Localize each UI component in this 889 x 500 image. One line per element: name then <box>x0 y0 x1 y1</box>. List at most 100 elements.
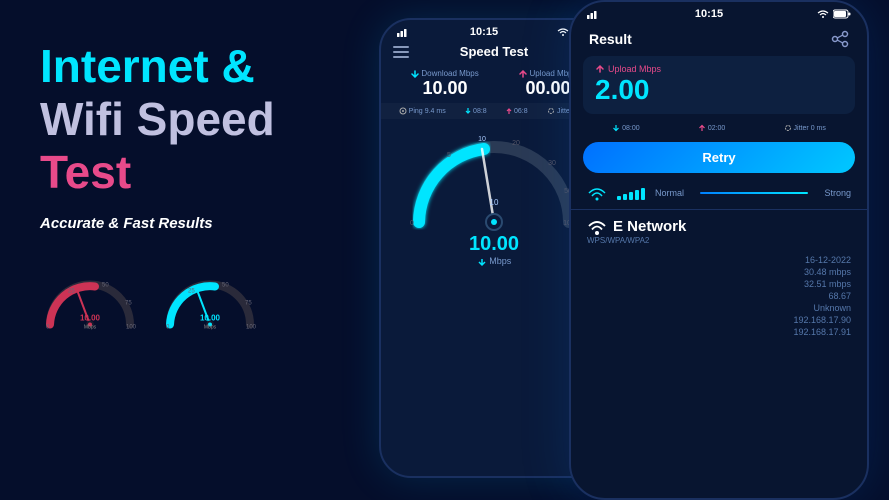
svg-text:100: 100 <box>126 324 137 330</box>
menu-icon[interactable] <box>393 46 409 58</box>
jitter-icon <box>547 107 555 115</box>
svg-text:25: 25 <box>68 288 75 294</box>
p2-upload-value: 2.00 <box>595 74 843 106</box>
upload-arrow-icon <box>519 70 527 78</box>
signal-row: Normal Strong <box>571 179 867 207</box>
svg-text:30: 30 <box>548 160 556 167</box>
p1-dl-stat: 08:8 <box>465 107 487 115</box>
subtitle: Accurate & Fast Results <box>40 215 330 232</box>
p2-ul-stat: 02:00 <box>698 124 726 132</box>
svg-text:0: 0 <box>410 220 414 227</box>
svg-text:50: 50 <box>222 282 229 288</box>
p1-speedometer-svg: 0 5 10 20 30 50 100 10 <box>404 127 584 237</box>
title-line2: Wifi Speed <box>40 93 275 145</box>
svg-text:75: 75 <box>245 300 252 306</box>
p1-download-item: Download Mbps 10.00 <box>411 69 478 99</box>
svg-text:50: 50 <box>102 282 109 288</box>
mini-gauge-red-svg: 0 25 50 75 100 10.00 Mbps <box>40 272 140 332</box>
menu-line1 <box>393 46 409 48</box>
net-detail-ip1: 192.168.17.90 <box>793 315 851 325</box>
p2-result-title: Result <box>589 31 632 47</box>
download-arrow-icon <box>411 70 419 78</box>
p2-battery-icons <box>817 9 851 19</box>
p2-upload-card: Upload Mbps 2.00 <box>583 56 855 114</box>
p2-dl-stat: 08:00 <box>612 124 640 132</box>
p2-stats-row: 08:00 02:00 Jitter 0 ms <box>571 120 867 136</box>
svg-text:20: 20 <box>512 140 520 147</box>
net-detail-signal: 68.67 <box>828 291 851 301</box>
p1-time: 10:15 <box>470 26 498 38</box>
p1-wifi-icon <box>557 28 569 36</box>
network-section: E Network WPS/WPA/WPA2 <box>571 212 867 251</box>
main-title: Internet & Wifi Speed Test <box>40 40 330 199</box>
signal-bars <box>617 186 645 200</box>
share-icon[interactable] <box>831 30 849 48</box>
signal-gradient-bar <box>700 192 808 194</box>
svg-text:10: 10 <box>490 198 499 207</box>
signal-bar-2 <box>623 194 627 200</box>
signal-bar-3 <box>629 192 633 200</box>
net-detail-ip2: 192.168.17.91 <box>793 327 851 337</box>
p1-ping-stat: Ping 9.4 ms <box>399 107 446 115</box>
p1-download-label: Download Mbps <box>411 69 478 78</box>
svg-text:75: 75 <box>125 300 132 306</box>
ul-stat-icon <box>506 107 512 115</box>
p2-jitter-icon <box>784 124 792 132</box>
p2-signal-icon <box>587 9 601 19</box>
dl-stat-icon <box>465 107 471 115</box>
p1-title: Speed Test <box>460 44 528 59</box>
signal-bar-5 <box>641 188 645 200</box>
signal-normal-label: Normal <box>655 188 684 198</box>
left-section: Internet & Wifi Speed Test Accurate & Fa… <box>0 0 360 500</box>
mini-gauge-cyan-svg: 0 25 50 75 100 10.00 Mbps <box>160 272 260 332</box>
p2-upload-icon <box>595 64 605 74</box>
signal-bar-4 <box>635 190 639 200</box>
p2-dl-icon <box>612 124 620 132</box>
svg-text:Mbps: Mbps <box>204 324 217 330</box>
network-security: WPS/WPA/WPA2 <box>587 236 851 245</box>
network-details: 16-12-2022 30.48 mbps 32.51 mbps 68.67 U… <box>571 251 867 341</box>
p1-ul-stat: 06:8 <box>506 107 528 115</box>
p1-dl-stat-val: 08:8 <box>473 108 487 115</box>
svg-text:10.00: 10.00 <box>200 313 221 322</box>
network-wifi-icon <box>587 219 607 235</box>
download-small-icon <box>477 257 487 267</box>
svg-text:10.00: 10.00 <box>80 313 101 322</box>
p2-header-bar: Result <box>571 22 867 52</box>
svg-text:100: 100 <box>246 324 257 330</box>
net-detail-date: 16-12-2022 <box>805 255 851 265</box>
p1-ping-value: 9.4 ms <box>425 108 446 115</box>
p2-status-bar: 10:15 <box>571 2 867 22</box>
svg-text:Mbps: Mbps <box>84 324 97 330</box>
mini-gauge-red: 0 25 50 75 100 10.00 Mbps <box>40 272 140 332</box>
ping-icon <box>399 107 407 115</box>
net-detail-dl: 30.48 mbps <box>804 267 851 277</box>
signal-bar-1 <box>617 196 621 200</box>
menu-line3 <box>393 56 409 58</box>
net-detail-isp: Unknown <box>813 303 851 313</box>
svg-text:5: 5 <box>447 152 451 159</box>
p2-ul-icon <box>698 124 706 132</box>
mini-gauge-cyan: 0 25 50 75 100 10.00 Mbps <box>160 272 260 332</box>
p2-signal-icons <box>587 9 601 19</box>
network-name: E Network <box>587 218 851 235</box>
wifi-signal-icon <box>587 185 607 201</box>
retry-button[interactable]: Retry <box>583 142 855 173</box>
p2-upload-label: Upload Mbps <box>595 64 843 74</box>
p2-battery-icon <box>833 9 851 19</box>
phones-area: 10:15 Speed Test <box>349 0 889 500</box>
title-line3: Test <box>40 146 131 198</box>
svg-text:10: 10 <box>478 136 486 143</box>
phone2: 10:15 Result <box>569 0 869 500</box>
svg-text:25: 25 <box>188 288 195 294</box>
p1-signal-icons <box>397 27 411 37</box>
menu-line2 <box>393 51 409 53</box>
p1-signal-icon <box>397 27 411 37</box>
p2-wifi-icon <box>817 10 829 18</box>
net-detail-ul: 32.51 mbps <box>804 279 851 289</box>
title-line1: Internet & <box>40 40 255 92</box>
mini-gauges: 0 25 50 75 100 10.00 Mbps 0 25 <box>40 272 330 332</box>
p1-ul-stat-val: 06:8 <box>514 108 528 115</box>
p2-time: 10:15 <box>695 8 723 20</box>
signal-strong-label: Strong <box>824 188 851 198</box>
